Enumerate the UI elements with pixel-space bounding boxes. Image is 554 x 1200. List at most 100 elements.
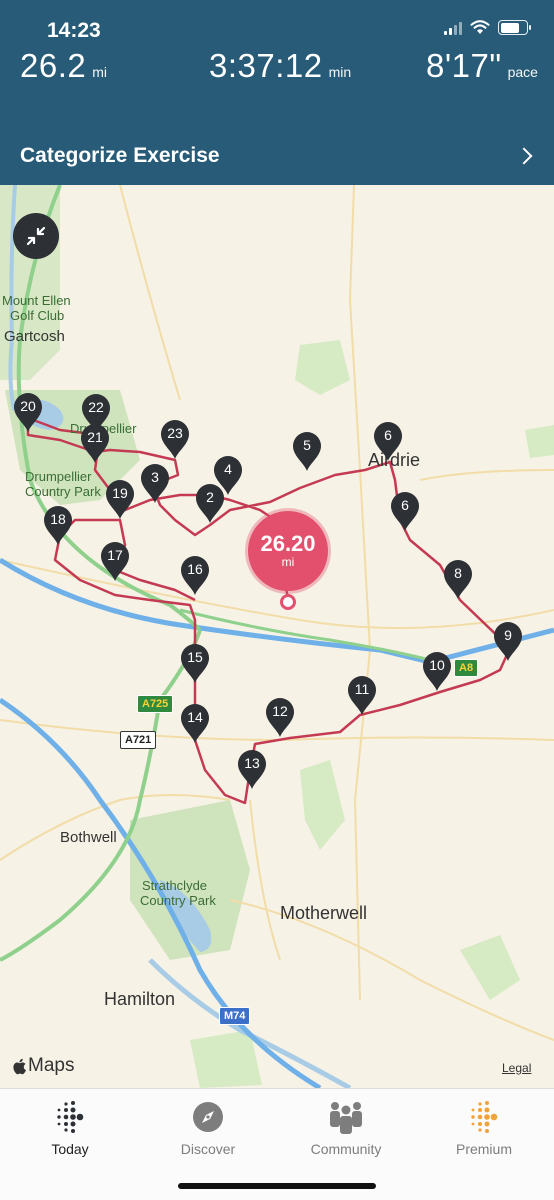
mile-marker-pin[interactable]: 13 — [236, 748, 268, 790]
pace-unit: pace — [507, 64, 538, 80]
mile-marker-label: 4 — [224, 461, 232, 477]
tab-today[interactable]: Today — [10, 1099, 130, 1157]
distance-unit: mi — [92, 64, 108, 80]
finish-distance-unit: mi — [281, 555, 295, 569]
mile-marker-pin[interactable]: 5 — [291, 430, 323, 472]
mile-marker-pin[interactable]: 22 — [80, 392, 112, 434]
place-label: Drumpellier — [25, 469, 92, 484]
mile-marker-label: 15 — [187, 649, 203, 665]
status-icons — [444, 20, 531, 35]
tab-discover-label: Discover — [180, 1141, 236, 1157]
road-shield: M74 — [219, 1007, 251, 1025]
mile-marker-pin[interactable]: 9 — [492, 620, 524, 662]
mile-marker-pin[interactable]: 12 — [264, 696, 296, 738]
mile-marker-pin[interactable]: 19 — [104, 478, 136, 520]
mile-marker-pin[interactable]: 18 — [42, 504, 74, 546]
mile-marker-label: 12 — [272, 703, 288, 719]
duration-value: 3:37:12 — [209, 47, 323, 84]
compass-icon — [193, 1102, 223, 1132]
distance-value: 26.2 — [20, 47, 87, 84]
mile-marker-pin[interactable]: 15 — [179, 642, 211, 684]
distance-stat: 26.2 mi — [20, 47, 107, 85]
pace-stat: 8'17" pace — [426, 47, 538, 85]
a-road — [179, 608, 431, 662]
mile-marker-label: 9 — [504, 627, 512, 643]
mile-marker-pin[interactable]: 16 — [179, 554, 211, 596]
mile-marker-label: 11 — [354, 681, 370, 697]
battery-icon — [498, 20, 531, 35]
mile-marker-pin[interactable]: 11 — [346, 674, 378, 716]
mile-marker-label: 8 — [454, 565, 462, 581]
duration-unit: min — [328, 64, 352, 80]
tab-community[interactable]: Community — [286, 1099, 406, 1157]
start-pin-icon — [280, 594, 296, 610]
categorize-exercise-button[interactable]: Categorize Exercise — [0, 130, 554, 182]
mile-marker-pin[interactable]: 20 — [12, 391, 44, 433]
mile-marker-label: 5 — [303, 437, 311, 453]
place-label: Strathclyde — [142, 878, 208, 893]
collapse-map-button[interactable] — [13, 213, 59, 259]
home-indicator — [178, 1183, 376, 1189]
fitbit-dots-icon — [57, 1101, 84, 1133]
route-map[interactable]: Mount Ellen Golf Club Gartcosh Drumpelli… — [0, 185, 554, 1088]
place-label: Hamilton — [104, 989, 176, 1009]
road-shield: A721 — [120, 731, 157, 749]
mile-marker-label: 19 — [112, 485, 128, 501]
legal-link[interactable]: Legal — [502, 1061, 531, 1075]
tab-premium-label: Premium — [455, 1141, 512, 1157]
run-route — [26, 416, 512, 805]
mile-marker-label: 10 — [429, 657, 445, 673]
mile-marker-pin[interactable]: 17 — [99, 540, 131, 582]
duration-stat: 3:37:12 min — [209, 47, 351, 85]
mile-marker-label: 17 — [107, 547, 123, 563]
finish-distance-value: 26.20 — [260, 531, 316, 556]
community-people-icon — [330, 1102, 362, 1134]
cellular-signal-icon — [444, 21, 462, 35]
road-shield: A725 — [137, 695, 174, 713]
place-label: Motherwell — [280, 903, 368, 923]
mile-marker-label: 18 — [50, 511, 66, 527]
mile-marker-pin[interactable]: 4 — [212, 454, 244, 496]
mile-marker-label: 3 — [151, 469, 159, 485]
mile-marker-label: 16 — [187, 561, 203, 577]
mile-marker-pin[interactable]: 23 — [159, 418, 191, 460]
apple-logo-icon — [13, 1058, 26, 1074]
finish-distance-bubble[interactable]: 26.20 mi — [248, 511, 328, 591]
green-patch — [460, 935, 520, 1000]
tab-today-label: Today — [51, 1141, 89, 1157]
mile-marker-pin[interactable]: 8 — [442, 558, 474, 600]
mile-marker-label: 13 — [244, 755, 260, 771]
premium-dots-icon — [471, 1101, 498, 1133]
green-patch — [295, 340, 350, 395]
chevron-right-icon — [515, 147, 533, 165]
place-label: Mount Ellen — [2, 293, 71, 308]
mile-marker-label: 6 — [401, 497, 409, 513]
tab-discover[interactable]: Discover — [148, 1099, 268, 1157]
tab-premium[interactable]: Premium — [424, 1099, 544, 1157]
place-label: Country Park — [25, 484, 101, 499]
mile-marker-label: 20 — [20, 398, 36, 414]
mile-marker-pin[interactable]: 6 — [389, 490, 421, 532]
categorize-exercise-label: Categorize Exercise — [20, 144, 220, 167]
maps-attribution-text: Maps — [28, 1055, 75, 1076]
wifi-icon — [470, 20, 490, 34]
map-canvas — [0, 185, 554, 1088]
green-patch — [525, 425, 554, 458]
mile-marker-label: 14 — [187, 709, 203, 725]
mile-marker-pin[interactable]: 10 — [421, 650, 453, 692]
green-patch — [300, 760, 345, 850]
place-label: Golf Club — [10, 308, 65, 323]
mile-marker-label: 22 — [88, 399, 104, 415]
activity-header: 14:23 26.2 mi 3:37:12 min 8'17" pace Cat… — [0, 0, 554, 185]
pace-value: 8'17" — [426, 47, 502, 84]
status-time: 14:23 — [47, 19, 101, 42]
tab-community-label: Community — [310, 1141, 382, 1157]
mile-marker-pin[interactable]: 6 — [372, 420, 404, 462]
place-label: Country Park — [140, 893, 216, 908]
place-label: Bothwell — [60, 829, 117, 846]
mile-marker-pin[interactable]: 3 — [139, 462, 171, 504]
apple-maps-attribution: Maps — [13, 1055, 74, 1077]
road-shield: A8 — [454, 659, 479, 677]
minor-roads — [0, 185, 554, 1041]
mile-marker-pin[interactable]: 14 — [179, 702, 211, 744]
